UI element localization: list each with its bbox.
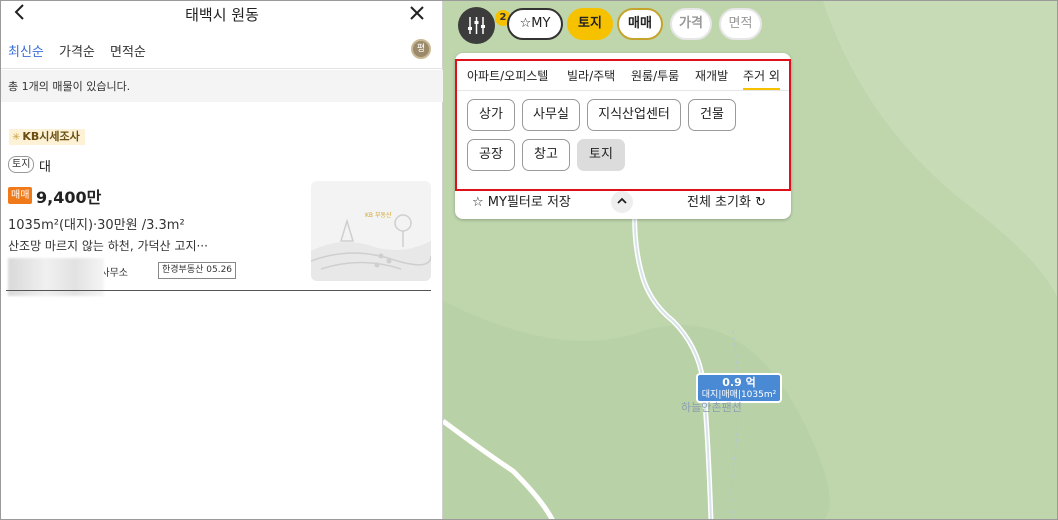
chevron-up-icon <box>617 197 627 204</box>
type-land-button[interactable]: 토지 <box>577 139 625 171</box>
my-chip-label: MY <box>531 16 551 31</box>
type-building-button[interactable]: 건물 <box>688 99 736 131</box>
sort-bar: 최신순 가격순 면적순 평 <box>1 33 443 69</box>
type-office-button[interactable]: 사무실 <box>522 99 580 131</box>
type-warehouse-button[interactable]: 창고 <box>522 139 570 171</box>
sort-latest[interactable]: 최신순 <box>8 41 44 60</box>
marker-price: 0.9 억 <box>722 376 756 389</box>
result-count: 총 1개의 매물이 있습니다. <box>8 80 131 93</box>
property-type-tag: 토지 <box>8 156 35 173</box>
list-divider <box>6 290 431 291</box>
land-type-chip[interactable]: 토지 <box>567 8 613 40</box>
sliders-icon <box>468 17 485 34</box>
category-tabs: 아파트/오피스텔 빌라/주택 원룸/투룸 재개발 주거 외 <box>455 61 789 91</box>
map-place-label: 하늘안촌팬션 <box>681 401 742 414</box>
collapse-panel-button[interactable] <box>611 191 633 213</box>
close-button[interactable] <box>409 1 425 26</box>
price-chip[interactable]: 가격 <box>670 8 712 40</box>
type-store-button[interactable]: 상가 <box>467 99 515 131</box>
panel-header: 태백시 원동 <box>1 1 443 27</box>
sort-area[interactable]: 면적순 <box>110 41 146 60</box>
deal-type-tag: 매매 <box>8 187 33 204</box>
unit-toggle-icon[interactable]: 평 <box>411 39 431 59</box>
reset-all-label: 전체 초기화 <box>687 195 751 210</box>
map-view[interactable]: 2 ☆MY 토지 매매 가격 면적 아파트/오피스텔 빌라/주택 원룸/투룸 재… <box>443 1 1057 519</box>
area-chip[interactable]: 면적 <box>719 8 762 40</box>
star-icon: ☆ <box>519 16 532 31</box>
listing-panel: 태백시 원동 최신순 가격순 면적순 평 총 1개의 매물이 있습니다. ✳ KB… <box>1 1 443 519</box>
star-icon: ☆ <box>472 195 488 210</box>
sort-price[interactable]: 가격순 <box>59 41 95 60</box>
filter-panel-footer: ☆ MY필터로 저장 전체 초기화 ↻ <box>455 187 791 217</box>
list-item[interactable]: ✳ KB시세조사 토지 대 매매 9,400만 1035m²(대지)·30만원 /… <box>1 102 443 296</box>
kb-badge: ✳ KB시세조사 <box>9 129 85 145</box>
thumb-logo: KB 부동산 <box>365 211 392 219</box>
source-badge: 한경부동산 05.26 <box>158 262 237 279</box>
kb-star-icon: ✳ <box>12 132 21 143</box>
page-title: 태백시 원동 <box>185 6 259 24</box>
reset-all-button[interactable]: 전체 초기화 ↻ <box>687 191 766 210</box>
refresh-icon: ↻ <box>755 195 766 210</box>
tab-apartment-officetel[interactable]: 아파트/오피스텔 <box>467 67 548 84</box>
type-knowledge-center-button[interactable]: 지식산업센터 <box>587 99 681 131</box>
close-icon <box>410 6 424 20</box>
deal-type-chip[interactable]: 매매 <box>617 8 663 40</box>
filter-main-button[interactable]: 2 <box>458 7 511 44</box>
tab-oneroom-tworoom[interactable]: 원룸/투룸 <box>631 67 679 84</box>
save-my-filter-label: MY필터로 저장 <box>487 195 571 210</box>
land-illustration-icon: KB 부동산 <box>311 211 431 281</box>
result-count-bar: 총 1개의 매물이 있습니다. <box>1 70 443 102</box>
listing-area: 1035m²(대지)·30만원 /3.3m² <box>8 218 185 233</box>
save-my-filter-button[interactable]: ☆ MY필터로 저장 <box>472 191 571 210</box>
my-filter-chip[interactable]: ☆MY <box>507 8 563 40</box>
tab-redevelopment[interactable]: 재개발 <box>695 67 728 84</box>
listing-price: 9,400만 <box>36 188 102 207</box>
listing-description: 산조망 마르지 않는 하천, 가덕산 고지··· <box>8 239 208 253</box>
type-factory-button[interactable]: 공장 <box>467 139 515 171</box>
app-window: 태백시 원동 최신순 가격순 면적순 평 총 1개의 매물이 있습니다. ✳ KB… <box>0 0 1058 520</box>
listing-thumbnail: KB 부동산 <box>311 181 431 281</box>
tab-non-residential[interactable]: 주거 외 <box>743 67 780 90</box>
kb-badge-label: KB시세조사 <box>22 130 80 143</box>
land-use-type: 대 <box>39 160 51 175</box>
tab-villa-house[interactable]: 빌라/주택 <box>567 67 615 84</box>
